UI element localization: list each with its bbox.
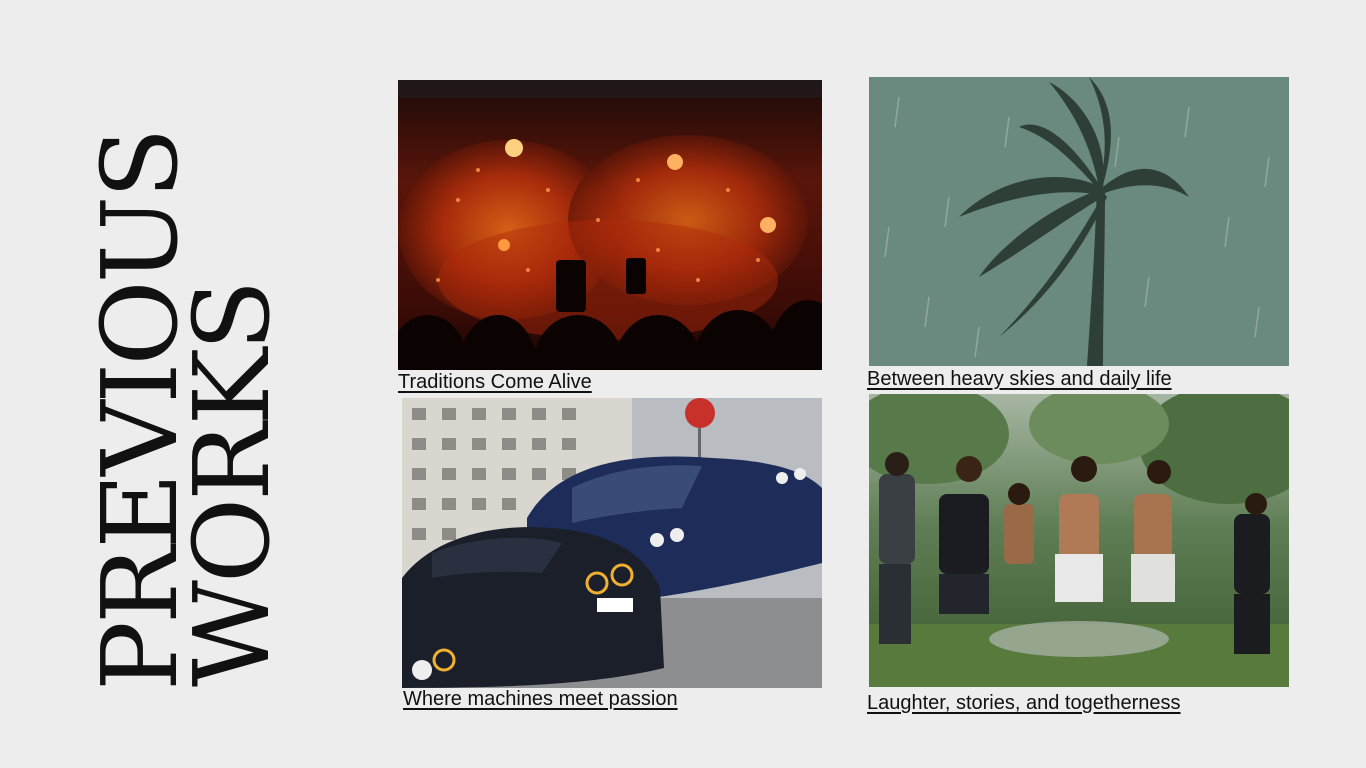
work-caption-2[interactable]: Between heavy skies and daily life	[867, 369, 1172, 389]
section-title: PREVIOUS WORKS	[79, 130, 298, 693]
work-image-fire-festival[interactable]	[398, 80, 822, 370]
slide: PREVIOUS WORKS Traditions Come Alive Bet…	[0, 0, 1366, 768]
work-image-muscle-cars[interactable]	[402, 398, 822, 688]
title-line-works: WORKS	[171, 282, 293, 687]
work-caption-1[interactable]: Traditions Come Alive	[398, 372, 592, 392]
work-caption-4[interactable]: Laughter, stories, and togetherness	[867, 693, 1181, 713]
work-image-friends-rain[interactable]	[869, 394, 1289, 687]
work-image-palm-rain[interactable]	[869, 77, 1289, 366]
work-caption-3[interactable]: Where machines meet passion	[403, 689, 678, 709]
